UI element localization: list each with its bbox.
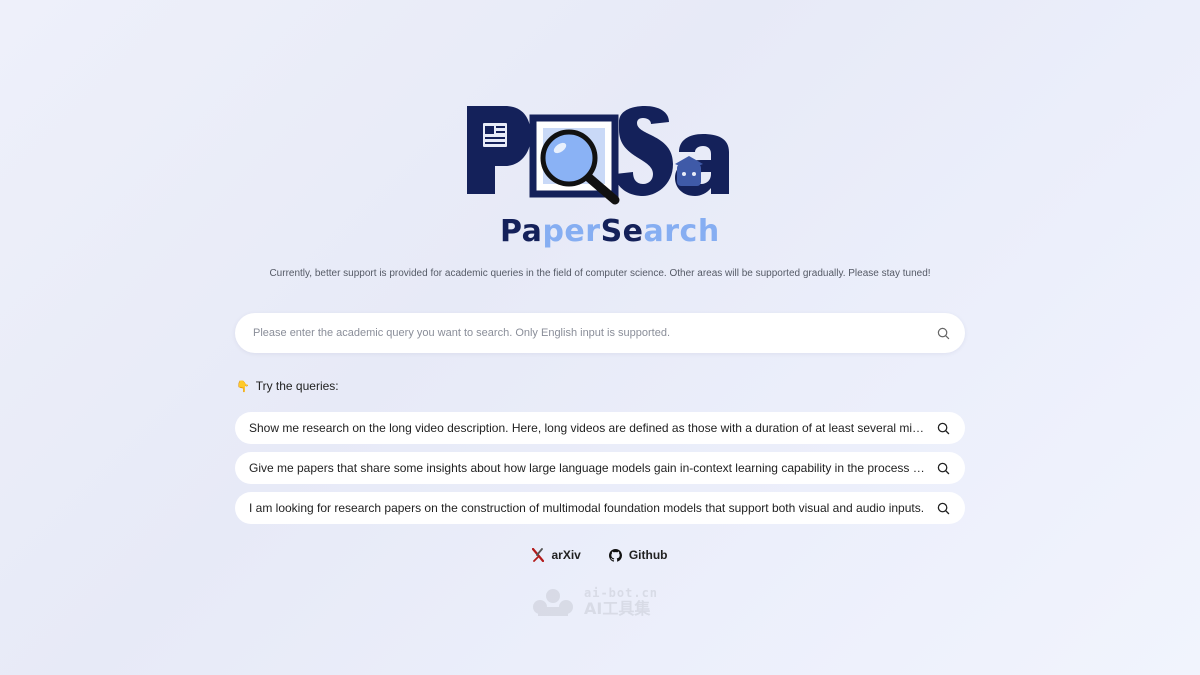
- search-icon[interactable]: [935, 325, 951, 341]
- example-query-1[interactable]: Show me research on the long video descr…: [235, 412, 965, 444]
- github-link[interactable]: Github: [608, 548, 668, 562]
- arxiv-label: arXiv: [551, 548, 581, 562]
- search-input[interactable]: [251, 326, 935, 340]
- watermark-domain: ai-bot.cn: [584, 586, 659, 600]
- github-label: Github: [628, 548, 668, 562]
- example-query-2[interactable]: Give me papers that share some insights …: [235, 452, 965, 484]
- search-icon[interactable]: [935, 460, 951, 476]
- search-icon[interactable]: [935, 500, 951, 516]
- arxiv-link[interactable]: arXiv: [532, 548, 581, 562]
- example-query-3[interactable]: I am looking for research papers on the …: [235, 492, 965, 524]
- try-queries-text: Try the queries:: [255, 379, 339, 393]
- query-text: Show me research on the long video descr…: [249, 421, 925, 435]
- pointing-down-hand-icon: 👇: [236, 380, 250, 393]
- watermark-title: AI工具集: [584, 599, 651, 618]
- watermark-logo-icon: [533, 589, 573, 616]
- papersearch-wordmark: PaperSearch: [500, 214, 720, 249]
- query-text: I am looking for research papers on the …: [249, 501, 925, 515]
- watermark: ai-bot.cn AI工具集: [530, 585, 680, 619]
- newspaper-icon: [481, 121, 509, 149]
- pasa-logo: [467, 106, 729, 205]
- try-queries-label: 👇 Try the queries:: [236, 379, 339, 393]
- query-text: Give me papers that share some insights …: [249, 461, 925, 475]
- search-icon[interactable]: [935, 420, 951, 436]
- footer-links: arXiv Github: [0, 548, 1200, 562]
- github-icon: [608, 548, 622, 562]
- arxiv-icon: [532, 548, 545, 562]
- search-bar[interactable]: [235, 313, 965, 353]
- support-notice: Currently, better support is provided fo…: [269, 268, 931, 279]
